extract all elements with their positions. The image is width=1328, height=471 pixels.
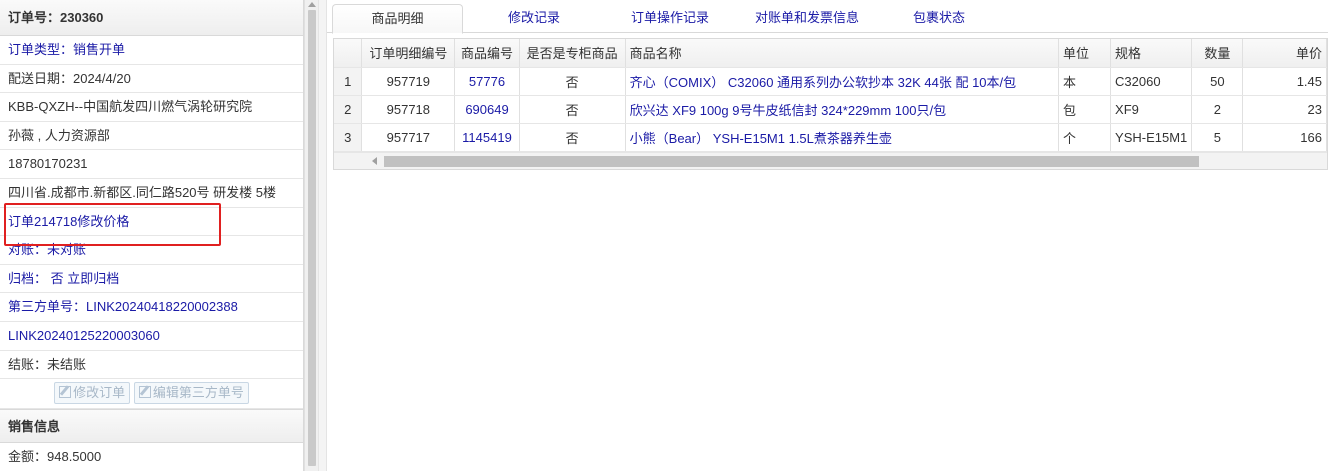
edit-order-button[interactable]: 修改订单 (54, 382, 131, 405)
edit-icon (59, 386, 72, 399)
detail-id: 957719 (361, 67, 456, 96)
table-row[interactable]: 1 957719 57776 否 齐心（COMIX） C32060 通用系列办公… (334, 67, 1327, 96)
header-product-name[interactable]: 商品名称 (625, 39, 1060, 68)
unit: 本 (1058, 67, 1112, 96)
archive-status[interactable]: 归档： 否 立即归档 (0, 265, 303, 294)
edit-order-label: 修改订单 (73, 385, 126, 401)
row-index: 2 (334, 95, 363, 124)
counter-item: 否 (519, 67, 626, 96)
header-index (334, 39, 363, 68)
unit: 包 (1058, 95, 1112, 124)
spec: XF9 (1110, 95, 1193, 124)
tab-bar: 商品明细 修改记录 订单操作记录 对账单和发票信息 包裹状态 (327, 0, 1328, 34)
scroll-left-arrow-icon[interactable] (372, 157, 377, 165)
quantity: 5 (1191, 123, 1244, 152)
counter-item: 否 (519, 123, 626, 152)
detail-id: 957718 (361, 95, 456, 124)
tab-statement-invoice[interactable]: 对账单和发票信息 (737, 4, 877, 33)
product-id-link[interactable]: 690649 (454, 95, 520, 124)
horizontal-scrollbar-thumb[interactable] (384, 156, 1199, 167)
edit-icon (138, 386, 151, 399)
unit: 个 (1058, 123, 1112, 152)
tab-product-details[interactable]: 商品明细 (332, 4, 463, 34)
header-detail-id[interactable]: 订单明细编号 (361, 39, 456, 68)
spec: C32060 (1110, 67, 1193, 96)
header-spec[interactable]: 规格 (1110, 39, 1193, 68)
spec: YSH-E15M1 (1110, 123, 1193, 152)
header-unit[interactable]: 单位 (1058, 39, 1112, 68)
scrollbar-thumb[interactable] (308, 10, 316, 466)
customer-org: KBB-QXZH--中国航发四川燃气涡轮研究院 (0, 93, 303, 122)
product-grid: 订单明细编号 商品编号 是否是专柜商品 商品名称 单位 规格 数量 单价 1 9… (334, 39, 1327, 152)
settlement-status: 结账：未结账 (0, 351, 303, 380)
counter-item: 否 (519, 95, 626, 124)
third-party-order-number[interactable]: 第三方单号：LINK20240418220002388 (0, 293, 303, 322)
contact-person: 孙薇 , 人力资源部 (0, 122, 303, 151)
row-index: 1 (334, 67, 363, 96)
detail-id: 957717 (361, 123, 456, 152)
product-name-link[interactable]: 小熊（Bear） YSH-E15M1 1.5L煮茶器养生壶 (625, 123, 1060, 152)
panel-splitter[interactable] (318, 0, 327, 471)
table-header-row: 订单明细编号 商品编号 是否是专柜商品 商品名称 单位 规格 数量 单价 (334, 39, 1327, 68)
unit-price: 166 (1242, 123, 1327, 152)
order-detail-panel: 商品明细 修改记录 订单操作记录 对账单和发票信息 包裹状态 订单明细编号 商品… (327, 0, 1328, 471)
table-row[interactable]: 3 957717 1145419 否 小熊（Bear） YSH-E15M1 1.… (334, 123, 1327, 152)
amount: 金额：948.5000 (0, 443, 303, 471)
highlight-box (4, 203, 221, 246)
edit-third-party-label: 编辑第三方单号 (152, 385, 244, 401)
tab-edit-history[interactable]: 修改记录 (477, 4, 591, 33)
table-row[interactable]: 2 957718 690649 否 欣兴达 XF9 100g 9号牛皮纸信封 3… (334, 95, 1327, 124)
sales-info-header: 销售信息 (0, 409, 303, 444)
table-horizontal-scrollbar[interactable] (334, 152, 1327, 169)
action-button-row: 修改订单 编辑第三方单号 (0, 379, 303, 410)
third-party-order-number-2[interactable]: LINK20240125220003060 (0, 322, 303, 351)
scroll-up-arrow-icon[interactable] (308, 2, 316, 7)
header-counter-item[interactable]: 是否是专柜商品 (519, 39, 626, 68)
unit-price: 23 (1242, 95, 1327, 124)
unit-price: 1.45 (1242, 67, 1327, 96)
header-unit-price[interactable]: 单价 (1242, 39, 1327, 68)
row-index: 3 (334, 123, 363, 152)
delivery-date: 配送日期：2024/4/20 (0, 65, 303, 94)
product-id-link[interactable]: 57776 (454, 67, 520, 96)
product-id-link[interactable]: 1145419 (454, 123, 520, 152)
order-number-title: 订单号：230360 (0, 0, 303, 36)
left-panel-scrollbar[interactable] (304, 0, 318, 471)
tab-package-status[interactable]: 包裹状态 (889, 4, 989, 33)
product-name-link[interactable]: 齐心（COMIX） C32060 通用系列办公软抄本 32K 44张 配 10本… (625, 67, 1060, 96)
quantity: 50 (1191, 67, 1244, 96)
order-type[interactable]: 订单类型：销售开单 (0, 36, 303, 65)
header-product-id[interactable]: 商品编号 (454, 39, 520, 68)
product-table: 订单明细编号 商品编号 是否是专柜商品 商品名称 单位 规格 数量 单价 1 9… (333, 38, 1328, 170)
contact-phone: 18780170231 (0, 150, 303, 179)
header-quantity[interactable]: 数量 (1191, 39, 1244, 68)
tab-order-operation-log[interactable]: 订单操作记录 (605, 4, 735, 33)
product-name-link[interactable]: 欣兴达 XF9 100g 9号牛皮纸信封 324*229mm 100只/包 (625, 95, 1060, 124)
quantity: 2 (1191, 95, 1244, 124)
edit-third-party-button[interactable]: 编辑第三方单号 (133, 382, 249, 405)
